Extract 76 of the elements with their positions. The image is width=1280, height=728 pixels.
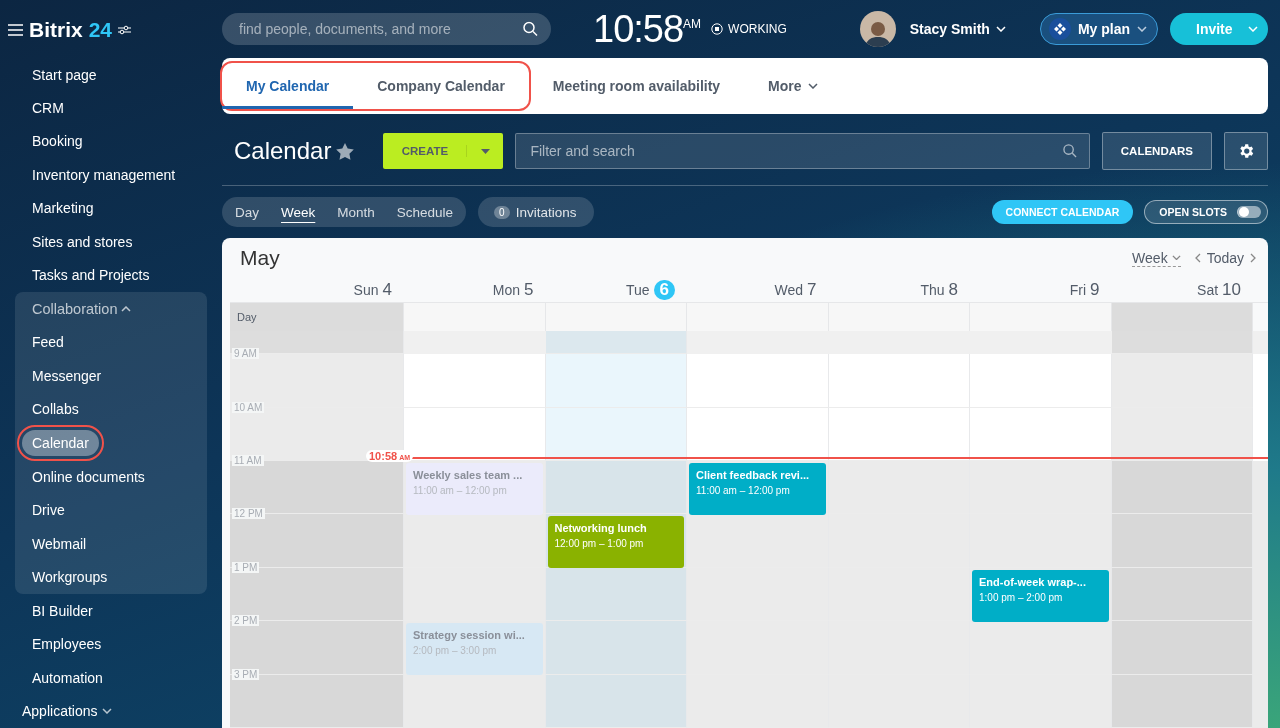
sidebar-item[interactable]: Booking <box>0 124 222 159</box>
caret-icon <box>995 26 1006 32</box>
view-tab[interactable]: Week <box>270 204 327 220</box>
user-menu[interactable]: Stacy Smith <box>909 21 1006 37</box>
star-icon[interactable] <box>335 141 356 161</box>
sidebar-item[interactable]: Automation <box>0 661 222 695</box>
page-title: Calendar <box>234 137 332 165</box>
tab[interactable]: Meeting room availability <box>528 58 745 114</box>
clock: 10:58$^{AM}$ <box>593 7 702 51</box>
sidebar-item[interactable]: BI Builder <box>0 594 222 628</box>
caret-icon <box>1171 254 1181 261</box>
sliders-icon[interactable] <box>118 24 132 35</box>
hour-label: 2 PM <box>232 615 260 627</box>
hour-label: 12 PM <box>232 508 265 520</box>
chevron-right-icon <box>1250 253 1256 263</box>
search-icon <box>1062 144 1077 158</box>
caret-icon <box>1248 26 1258 32</box>
create-button[interactable]: CREATE <box>383 133 504 169</box>
month-title: May <box>240 246 280 270</box>
chevron-left-icon <box>1194 253 1201 263</box>
sidebar-item[interactable]: Webmail <box>15 527 207 561</box>
settings-button[interactable] <box>1224 132 1268 170</box>
caret-icon <box>807 83 818 89</box>
sidebar-item[interactable]: CRM <box>0 91 222 125</box>
tab[interactable]: Company Calendar <box>353 63 529 109</box>
open-slots-toggle[interactable]: OPEN SLOTS <box>1144 200 1268 224</box>
sidebar-item[interactable]: Employees <box>0 627 222 662</box>
sidebar-item[interactable]: Workgroups <box>15 560 207 595</box>
hour-label: 10 AM <box>232 401 265 413</box>
day-header: Thu 8 <box>919 278 959 301</box>
sidebar-item[interactable]: Marketing <box>0 191 222 225</box>
hour-label: 9 AM <box>232 348 259 360</box>
sidebar-item[interactable]: Inventory management <box>0 158 222 192</box>
hour-label: 3 PM <box>232 668 260 680</box>
caret-icon <box>1137 26 1147 32</box>
view-select[interactable]: Week <box>1132 249 1181 267</box>
caret-icon <box>480 148 490 154</box>
view-tab[interactable]: Day <box>224 204 270 220</box>
diamonds-icon <box>1048 18 1071 40</box>
tab[interactable]: My Calendar <box>222 63 354 109</box>
invitations-button[interactable]: 0 Invitations <box>478 197 595 227</box>
logo: Bitrix 24 <box>29 17 113 42</box>
day-header: Sat 10 <box>1196 278 1242 301</box>
sidebar-item[interactable]: Messenger <box>15 359 207 393</box>
hour-label: 1 PM <box>232 561 260 573</box>
sidebar-item[interactable]: Drive <box>15 493 207 528</box>
sidebar-item[interactable]: Calendar <box>15 426 207 460</box>
sidebar-item[interactable]: Tasks and Projects <box>0 258 222 292</box>
view-tab[interactable]: Schedule <box>385 204 465 220</box>
hour-label: 11 AM <box>232 455 264 467</box>
day-header: Fri 9 <box>1068 278 1101 301</box>
sidebar-item[interactable]: Feed <box>15 325 207 360</box>
day-header: Sun 4 <box>352 278 393 301</box>
sidebar-item[interactable]: Sites and stores <box>0 225 222 259</box>
today-nav[interactable]: Today <box>1194 250 1256 266</box>
sidebar-item[interactable]: Collabs <box>15 392 207 427</box>
sidebar-item[interactable]: Applications <box>0 694 222 728</box>
view-tab[interactable]: Month <box>326 204 386 220</box>
chevron-up-icon <box>121 305 132 312</box>
day-header: Wed 7 <box>773 278 818 301</box>
all-day-label: Day <box>230 302 404 332</box>
menu-icon[interactable] <box>8 23 23 36</box>
sidebar-group-header[interactable]: Collaboration <box>15 291 207 326</box>
tab[interactable]: More <box>744 58 842 114</box>
plan-button[interactable]: My plan <box>1039 13 1158 45</box>
chevron-down-icon <box>101 708 112 715</box>
work-status[interactable]: WORKING <box>711 22 787 36</box>
sidebar-item[interactable]: Online documents <box>15 459 207 494</box>
sidebar-item[interactable]: Start page <box>0 57 222 92</box>
avatar[interactable] <box>859 11 896 47</box>
search-icon <box>523 21 538 37</box>
day-header: Mon 5 <box>491 278 535 301</box>
settings-icon <box>1237 142 1255 160</box>
day-header: Tue 6 <box>545 278 687 302</box>
stop-icon <box>711 23 724 35</box>
calendars-button[interactable]: CALENDARS <box>1101 132 1212 170</box>
